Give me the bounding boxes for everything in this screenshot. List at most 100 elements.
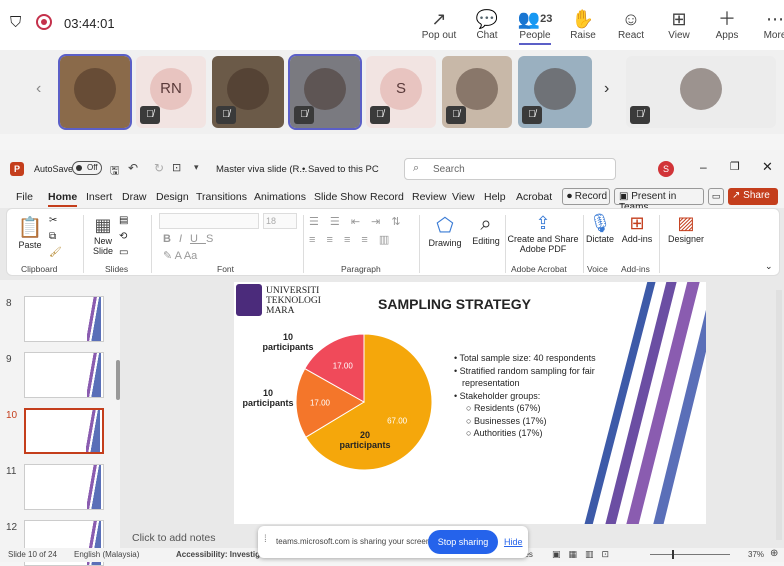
dictate-button[interactable]: 🎙 Dictate bbox=[585, 213, 615, 244]
zoom-level: 37% bbox=[748, 550, 765, 559]
toolbar-people-button[interactable]: 👥23 People bbox=[510, 8, 560, 45]
slide-thumbnail[interactable] bbox=[24, 408, 104, 454]
tab-view[interactable]: View bbox=[452, 191, 475, 203]
quick-access-dropdown-icon[interactable]: ▾ bbox=[194, 162, 199, 173]
align-buttons[interactable]: ≡ ≡ ≡ ≡ ▥ bbox=[309, 233, 393, 246]
zoom-slider[interactable] bbox=[650, 550, 730, 559]
toolbar-react-button[interactable]: ☺ React bbox=[606, 8, 656, 41]
participant-tile[interactable]: 🎙̸ bbox=[212, 56, 284, 128]
notes-placeholder[interactable]: Click to add notes bbox=[132, 532, 215, 544]
addins-button[interactable]: ⊞ Add-ins bbox=[619, 213, 655, 244]
slide-thumbnail[interactable] bbox=[24, 352, 104, 398]
slide-thumbnail[interactable] bbox=[24, 464, 104, 510]
muted-mic-icon: 🎙̸ bbox=[370, 106, 390, 124]
drawing-button[interactable]: ⬠ Drawing bbox=[425, 213, 465, 248]
sub-bullet: ○ Residents (67%) bbox=[466, 403, 541, 413]
tab-file[interactable]: File bbox=[16, 191, 33, 203]
new-slide-button[interactable]: ▦ New Slide bbox=[89, 215, 117, 256]
list-buttons[interactable]: ☰ ☰ ⇤ ⇥ ⇅ bbox=[309, 215, 405, 228]
comments-icon[interactable]: ▭ bbox=[708, 188, 724, 205]
current-slide[interactable]: 67.00 17.00 17.00 UNIVERSITI TEKNOLOGI MARA … bbox=[234, 282, 706, 524]
view-buttons[interactable]: ▣▦▥⊡ bbox=[552, 549, 617, 560]
collapse-ribbon-icon[interactable]: ⌄ bbox=[765, 261, 773, 272]
chevron-right-icon[interactable]: › bbox=[604, 80, 609, 98]
toolbar-pop-out-button[interactable]: ↗ Pop out bbox=[414, 8, 464, 41]
participant-tile[interactable]: 🎙̸ bbox=[442, 56, 512, 128]
search-input[interactable]: ⌕ Search bbox=[404, 158, 616, 180]
toolbar-view-button[interactable]: ⊞ View bbox=[654, 8, 704, 41]
chevron-left-icon[interactable]: ‹ bbox=[36, 80, 41, 98]
toolbar-more-button[interactable]: ⋯ More bbox=[750, 8, 784, 41]
toolbar-label: React bbox=[617, 30, 645, 41]
participant-tile[interactable]: 🎙̸ bbox=[626, 56, 776, 128]
data-label-authorities: 17.00 bbox=[333, 362, 354, 371]
clipboard-icon: 📋 bbox=[17, 217, 43, 239]
cut-icon[interactable]: ✂ bbox=[49, 215, 57, 226]
pdf-share-icon: ⇪ bbox=[535, 213, 551, 233]
font-style-buttons[interactable]: BIUS bbox=[163, 233, 221, 245]
autosave-toggle[interactable]: Off bbox=[72, 161, 102, 175]
participant-tile[interactable] bbox=[58, 54, 132, 130]
participant-tile[interactable]: 🎙̸ bbox=[288, 54, 362, 130]
redo-icon[interactable]: ↻ bbox=[154, 161, 164, 175]
thumbnails-scrollbar[interactable] bbox=[116, 360, 120, 400]
fit-to-window-icon[interactable]: ⊕ bbox=[770, 548, 778, 559]
format-painter-icon[interactable]: 🖌 bbox=[49, 247, 62, 258]
tab-animations[interactable]: Animations bbox=[254, 191, 306, 203]
uitm-logo-text: UNIVERSITI TEKNOLOGI MARA bbox=[266, 286, 321, 316]
stop-sharing-button[interactable]: Stop sharing bbox=[428, 530, 498, 554]
hide-link[interactable]: Hide bbox=[504, 537, 523, 547]
participant-gallery: ‹ RN 🎙̸ 🎙̸ 🎙̸ S 🎙̸ 🎙̸ 🎙̸ 🎙̸ › bbox=[0, 50, 784, 134]
slide-title: SAMPLING STRATEGY bbox=[378, 296, 531, 312]
home-ribbon: 📋 Paste ✂ ⧉ 🖌 Clipboard ▦ New Slide ▤ ⟲ ▭ S… bbox=[6, 208, 780, 276]
accessibility-status[interactable]: Accessibility: Investig... bbox=[176, 550, 267, 559]
sub-bullet: ○ Businesses (17%) bbox=[466, 415, 547, 426]
create-adobe-pdf-button[interactable]: ⇪ Create and Share Adobe PDF bbox=[507, 213, 579, 254]
designer-button[interactable]: ▨ Designer bbox=[663, 213, 709, 244]
font-name-dropdown[interactable] bbox=[159, 213, 259, 229]
paste-button[interactable]: 📋 Paste bbox=[15, 215, 45, 250]
present-in-teams-button[interactable]: ▣ Present in Teams bbox=[614, 188, 704, 213]
toolbar-chat-button[interactable]: 💬 Chat bbox=[462, 8, 512, 41]
share-button[interactable]: ↗ Share bbox=[728, 188, 778, 205]
user-avatar[interactable]: S bbox=[658, 161, 674, 177]
tab-help[interactable]: Help bbox=[484, 191, 506, 203]
tab-insert[interactable]: Insert bbox=[86, 191, 112, 203]
participant-tile[interactable]: 🎙̸ bbox=[518, 56, 592, 128]
undo-icon[interactable]: ↶ bbox=[128, 161, 138, 175]
document-title[interactable]: Master viva slide (R... bbox=[216, 164, 307, 175]
uitm-crest-icon bbox=[236, 284, 262, 316]
paragraph-group-label: Paragraph bbox=[341, 264, 381, 274]
present-from-start-icon[interactable]: ⊡ bbox=[172, 161, 181, 174]
layout-icon[interactable]: ▤ bbox=[119, 215, 128, 226]
tab-review[interactable]: Review bbox=[412, 191, 446, 203]
font-color-icon[interactable]: ✎ A Aa bbox=[163, 249, 197, 262]
editing-button[interactable]: ⌕ Editing bbox=[469, 213, 503, 246]
section-icon[interactable]: ▭ bbox=[119, 247, 128, 258]
tab-record[interactable]: Record bbox=[370, 191, 404, 203]
tab-design[interactable]: Design bbox=[156, 191, 189, 203]
toolbar-raise-button[interactable]: ✋ Raise bbox=[558, 8, 608, 41]
participant-avatar bbox=[74, 68, 116, 110]
language-status[interactable]: English (Malaysia) bbox=[74, 550, 139, 559]
participant-tile[interactable]: S 🎙̸ bbox=[366, 56, 436, 128]
close-icon[interactable]: ✕ bbox=[762, 159, 773, 175]
label-authorities: 10 participants bbox=[262, 332, 314, 352]
font-size-dropdown[interactable]: 18 bbox=[263, 213, 297, 229]
tab-home[interactable]: Home bbox=[48, 191, 78, 207]
record-button[interactable]: ⏺ Record bbox=[562, 188, 610, 205]
tab-slide-show[interactable]: Slide Show bbox=[314, 191, 367, 203]
slide-thumbnail[interactable] bbox=[24, 296, 104, 342]
tab-acrobat[interactable]: Acrobat bbox=[516, 191, 552, 203]
toolbar-apps-button[interactable]: ＋ Apps bbox=[702, 8, 752, 41]
participant-tile[interactable]: RN 🎙̸ bbox=[136, 56, 206, 128]
tab-transitions[interactable]: Transitions bbox=[196, 191, 247, 203]
minimize-icon[interactable]: – bbox=[700, 160, 707, 174]
restore-icon[interactable]: ❐ bbox=[730, 160, 740, 173]
drag-handle-icon[interactable]: ⁞ bbox=[264, 534, 267, 545]
tab-draw[interactable]: Draw bbox=[122, 191, 147, 203]
reset-icon[interactable]: ⟲ bbox=[119, 231, 127, 242]
save-icon[interactable]: 🖫 bbox=[110, 162, 119, 181]
copy-icon[interactable]: ⧉ bbox=[49, 231, 56, 242]
slide-scrollbar[interactable] bbox=[776, 290, 782, 540]
